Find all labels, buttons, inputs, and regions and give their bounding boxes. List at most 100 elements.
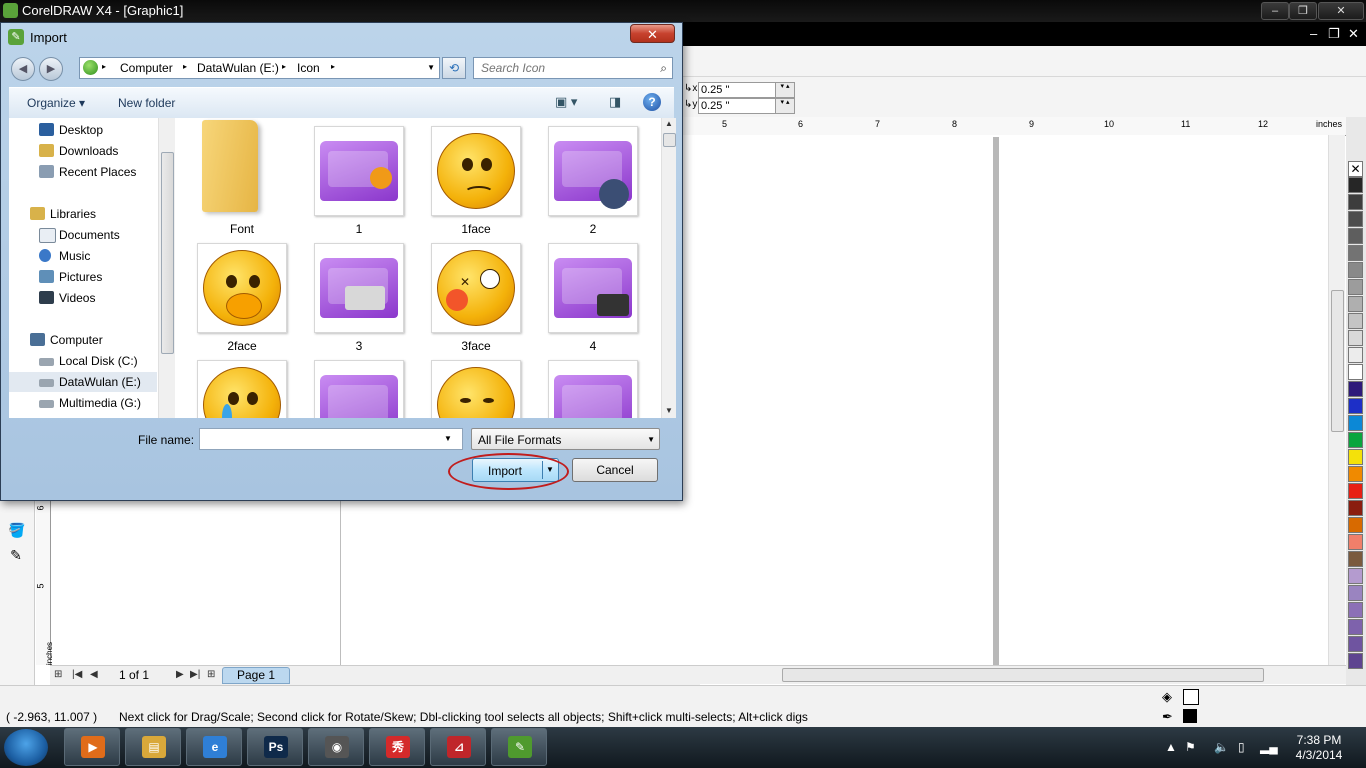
action-center-icon[interactable]: ⚑: [1185, 740, 1196, 754]
address-bar[interactable]: ▸ Computer ▸ DataWulan (E:) ▸ Icon ▸ ▼: [79, 57, 440, 79]
color-swatch[interactable]: [1348, 262, 1363, 278]
duplicate-x-spinner[interactable]: ▾ ▴: [775, 82, 795, 98]
mdi-restore-button[interactable]: ❐: [1328, 26, 1340, 42]
taskbar-media-player[interactable]: ▶: [64, 728, 120, 766]
color-swatch[interactable]: [1348, 381, 1363, 397]
color-swatch[interactable]: [1348, 602, 1363, 618]
color-swatch[interactable]: [1348, 551, 1363, 567]
color-swatch[interactable]: [1348, 517, 1363, 533]
mdi-close-button[interactable]: ✕: [1348, 26, 1359, 42]
horizontal-scrollbar[interactable]: [700, 665, 1346, 684]
nav-documents[interactable]: Documents: [9, 225, 157, 245]
color-swatch[interactable]: [1348, 296, 1363, 312]
chevron-right-icon[interactable]: ▸: [331, 62, 335, 71]
organize-menu[interactable]: Organize ▾: [27, 96, 85, 110]
taskbar-chrome[interactable]: ◉: [308, 728, 364, 766]
file-item[interactable]: 2face: [196, 235, 288, 353]
preview-pane-icon[interactable]: ◨: [609, 94, 621, 110]
nav-desktop[interactable]: Desktop: [9, 120, 157, 140]
taskbar-photoshop[interactable]: Ps: [247, 728, 303, 766]
color-swatch[interactable]: [1348, 653, 1363, 669]
nav-drive-g[interactable]: Multimedia (G:): [9, 393, 157, 413]
search-icon[interactable]: ⌕: [660, 61, 667, 76]
chevron-right-icon[interactable]: ▸: [183, 62, 187, 71]
taskbar-meitu[interactable]: 秀: [369, 728, 425, 766]
dialog-close-button[interactable]: ✕: [630, 24, 675, 43]
color-swatch[interactable]: [1348, 228, 1363, 244]
clock[interactable]: 7:38 PM 4/3/2014: [1292, 733, 1346, 763]
duplicate-y-spinner[interactable]: ▾ ▴: [775, 98, 795, 114]
new-folder-button[interactable]: New folder: [118, 96, 175, 110]
duplicate-x-field[interactable]: 0.25 ": [698, 82, 778, 98]
color-swatch[interactable]: [1348, 568, 1363, 584]
color-swatch[interactable]: [1348, 245, 1363, 261]
file-item[interactable]: 1: [313, 118, 405, 236]
scroll-up-icon[interactable]: ▲: [665, 119, 673, 128]
color-swatch[interactable]: [1348, 415, 1363, 431]
nav-music[interactable]: Music: [9, 246, 157, 266]
file-list-scrollbar[interactable]: ▲ ▼: [661, 118, 676, 418]
color-swatch[interactable]: [1348, 177, 1363, 193]
mdi-minimize-button[interactable]: –: [1310, 26, 1317, 41]
color-swatch[interactable]: [1348, 211, 1363, 227]
scroll-down-icon[interactable]: ▼: [665, 406, 673, 415]
taskbar-internet-explorer[interactable]: e: [186, 728, 242, 766]
horizontal-ruler[interactable]: 5 6 7 8 9 10 11 12 inches: [683, 117, 1346, 136]
breadcrumb-drive[interactable]: DataWulan (E:): [197, 61, 279, 75]
first-page-icon[interactable]: |◀: [72, 669, 82, 680]
maximize-button[interactable]: ❐: [1289, 2, 1317, 20]
forward-button[interactable]: ▶: [39, 57, 63, 81]
color-swatch[interactable]: [1348, 330, 1363, 346]
search-input[interactable]: [474, 58, 664, 78]
file-item[interactable]: [313, 352, 405, 418]
cancel-button[interactable]: Cancel: [572, 458, 658, 482]
file-item[interactable]: [196, 352, 288, 418]
breadcrumb-computer[interactable]: Computer: [120, 61, 173, 75]
color-swatch[interactable]: [1348, 500, 1363, 516]
color-swatch[interactable]: [1348, 483, 1363, 499]
vertical-scrollbar[interactable]: [1328, 135, 1345, 665]
scroll-thumb[interactable]: [663, 133, 676, 147]
file-item[interactable]: [430, 352, 522, 418]
show-hidden-icons-icon[interactable]: ▲: [1165, 740, 1177, 754]
no-fill-swatch[interactable]: ✕: [1348, 161, 1363, 177]
add-page-after-icon[interactable]: ⊞: [207, 669, 215, 680]
view-options-icon[interactable]: ▣ ▾: [555, 94, 577, 110]
scroll-thumb[interactable]: [782, 668, 1264, 682]
file-format-select[interactable]: All File Formats ▼: [471, 428, 660, 450]
color-swatch[interactable]: [1348, 636, 1363, 652]
file-item[interactable]: 3: [313, 235, 405, 353]
file-name-input[interactable]: [199, 428, 463, 450]
nav-drive-c[interactable]: Local Disk (C:): [9, 351, 157, 371]
page-tab[interactable]: Page 1: [222, 667, 291, 684]
nav-recent-places[interactable]: Recent Places: [9, 162, 157, 182]
fill-indicator[interactable]: [1183, 689, 1199, 705]
color-swatch[interactable]: [1348, 449, 1363, 465]
color-swatch[interactable]: [1348, 585, 1363, 601]
color-swatch[interactable]: [1348, 432, 1363, 448]
color-swatch[interactable]: [1348, 194, 1363, 210]
vertical-ruler[interactable]: 6 5 inches: [36, 497, 54, 665]
nav-pictures[interactable]: Pictures: [9, 267, 157, 287]
file-item[interactable]: Font: [196, 118, 288, 236]
taskbar-explorer[interactable]: ▤: [125, 728, 181, 766]
volume-icon[interactable]: 🔈: [1214, 740, 1229, 754]
nav-computer[interactable]: Computer: [9, 330, 157, 350]
scroll-thumb[interactable]: [1331, 290, 1344, 432]
chevron-down-icon[interactable]: ▼: [427, 63, 435, 72]
fill-tool-icon[interactable]: 🪣: [8, 522, 25, 538]
help-icon[interactable]: ?: [643, 93, 661, 111]
outline-indicator[interactable]: [1183, 709, 1197, 723]
refresh-button[interactable]: ⟲: [442, 57, 466, 79]
add-page-before-icon[interactable]: ⊞: [54, 669, 62, 680]
interactive-fill-tool-icon[interactable]: ✎: [8, 547, 24, 563]
color-swatch[interactable]: [1348, 347, 1363, 363]
minimize-button[interactable]: –: [1261, 2, 1289, 20]
chevron-right-icon[interactable]: ▸: [282, 62, 286, 71]
breadcrumb-folder[interactable]: Icon: [297, 61, 320, 75]
color-swatch[interactable]: [1348, 364, 1363, 380]
nav-drive-e[interactable]: DataWulan (E:): [9, 372, 157, 392]
file-item[interactable]: 4: [547, 235, 639, 353]
last-page-icon[interactable]: ▶|: [190, 669, 200, 680]
network-icon[interactable]: ▂▄: [1260, 740, 1278, 754]
